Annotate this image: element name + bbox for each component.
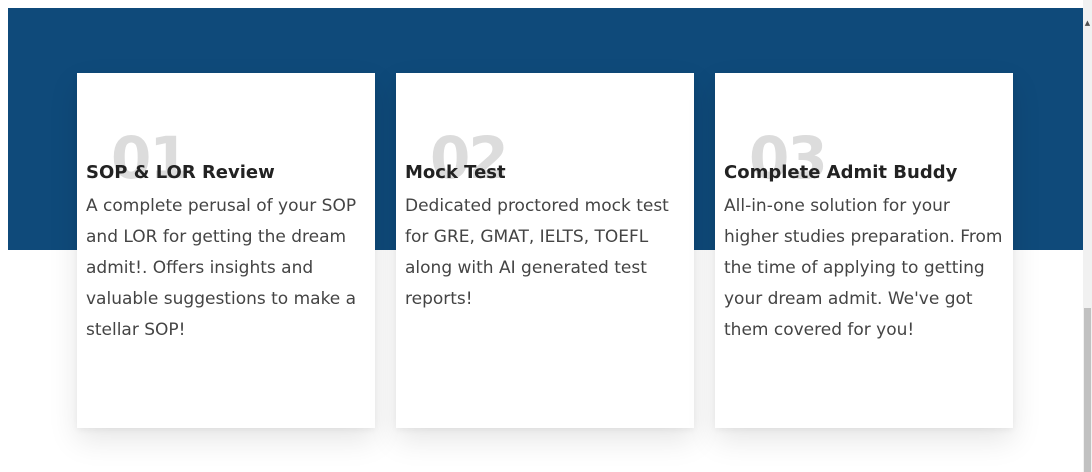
scroll-up-icon[interactable]: ▲ — [1083, 18, 1092, 28]
service-card-mock-test[interactable]: 02 Mock Test Dedicated proctored mock te… — [396, 73, 694, 428]
service-card-sop-lor[interactable]: 01 SOP & LOR Review A complete perusal o… — [77, 73, 375, 428]
card-title: SOP & LOR Review — [86, 162, 275, 183]
card-description: Dedicated proctored mock test for GRE, G… — [405, 196, 669, 309]
page-top-strip — [0, 0, 1083, 8]
service-card-admit-buddy[interactable]: 03 Complete Admit Buddy All-in-one solut… — [715, 73, 1013, 428]
vertical-scrollbar[interactable]: ▲ — [1083, 0, 1092, 472]
card-title: Complete Admit Buddy — [724, 162, 958, 183]
card-title: Mock Test — [405, 162, 506, 183]
scrollbar-thumb[interactable] — [1084, 308, 1091, 472]
card-description: A complete perusal of your SOP and LOR f… — [86, 196, 357, 340]
card-description: All-in-one solution for your higher stud… — [724, 196, 1003, 340]
